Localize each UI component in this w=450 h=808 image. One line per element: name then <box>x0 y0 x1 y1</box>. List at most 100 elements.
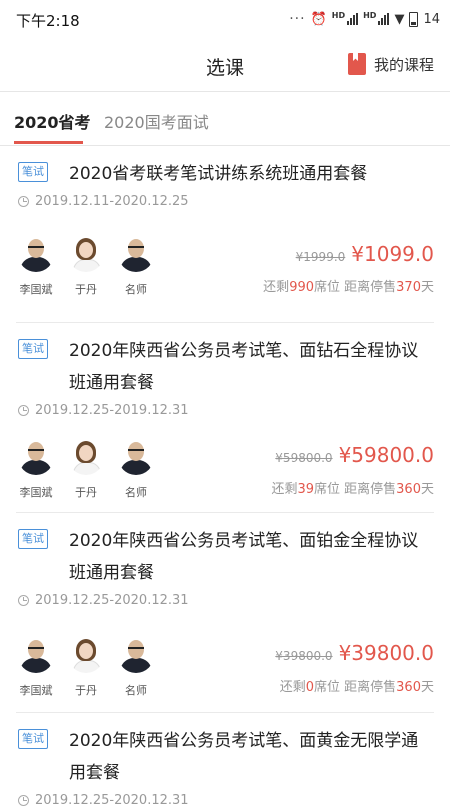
course-date: 2019.12.25-2020.12.31 <box>18 593 189 608</box>
battery-level: 14 <box>423 11 440 27</box>
seats-suffix: 席位 距离停售 <box>314 280 397 295</box>
teacher[interactable]: 李国斌 <box>16 637 56 698</box>
course-date: 2019.12.11-2020.12.25 <box>18 194 189 209</box>
teacher-name: 李国斌 <box>19 684 53 697</box>
teacher-name: 于丹 <box>75 283 97 296</box>
course-date-text: 2019.12.25-2020.12.31 <box>35 793 189 808</box>
seats-remaining: 990 <box>289 280 315 295</box>
clock-icon <box>18 595 29 606</box>
course-card[interactable]: 笔试 2020年陕西省公务员考试笔、面黄金无限学通用套餐 2019.12.25-… <box>16 713 434 808</box>
avatar <box>118 637 154 673</box>
avatar <box>68 637 104 673</box>
course-card[interactable]: 笔试 2020年陕西省公务员考试笔、面钻石全程协议班通用套餐 2019.12.2… <box>16 323 434 513</box>
teacher-name: 李国斌 <box>19 283 53 296</box>
days-suffix: 天 <box>420 482 434 497</box>
bookmark-book-icon <box>347 53 366 75</box>
tab-2020-provincial[interactable]: 2020省考 <box>14 109 91 133</box>
remain-prefix: 还剩 <box>279 680 306 695</box>
teacher-list: 李国斌 于丹 名师 <box>16 439 156 500</box>
course-date-text: 2019.12.11-2020.12.25 <box>35 194 189 209</box>
teacher[interactable]: 于丹 <box>66 439 106 500</box>
active-tab-indicator <box>14 141 83 144</box>
seats-suffix: 席位 距离停售 <box>314 482 397 497</box>
battery-icon <box>409 11 419 27</box>
avatar <box>18 439 54 475</box>
availability-text: 还剩0席位 距离停售360天 <box>280 676 434 695</box>
course-date: 2019.12.25-2020.12.31 <box>18 793 189 808</box>
course-card[interactable]: 笔试 2020年陕西省公务员考试笔、面铂金全程协议班通用套餐 2019.12.2… <box>16 513 434 713</box>
course-list: 笔试 2020省考联考笔试讲练系统班通用套餐 2019.12.11-2020.1… <box>0 146 450 808</box>
clock-icon <box>18 196 29 207</box>
notification-dots-icon: ··· <box>289 11 306 27</box>
avatar <box>68 439 104 475</box>
wifi-icon: ▼ <box>394 11 405 27</box>
teacher-name: 于丹 <box>75 684 97 697</box>
price-block: ¥59800.0 ¥59800.0 <box>275 443 434 467</box>
top-nav-bar: 选课 我的课程 <box>0 40 450 92</box>
teacher[interactable]: 名师 <box>116 637 156 698</box>
days-remaining: 360 <box>396 680 421 695</box>
remain-prefix: 还剩 <box>271 482 298 497</box>
original-price: ¥59800.0 <box>275 451 333 465</box>
days-suffix: 天 <box>420 280 434 295</box>
days-remaining: 370 <box>396 280 421 295</box>
current-price: ¥59800.0 <box>338 443 434 467</box>
course-title: 2020年陕西省公务员考试笔、面钻石全程协议班通用套餐 <box>69 341 419 393</box>
teacher-list: 李国斌 于丹 名师 <box>16 637 156 698</box>
availability-text: 还剩39席位 距离停售360天 <box>271 478 434 497</box>
course-card[interactable]: 笔试 2020省考联考笔试讲练系统班通用套餐 2019.12.11-2020.1… <box>16 146 434 323</box>
course-tag: 笔试 <box>18 339 48 359</box>
alarm-icon: ⏰ <box>310 11 327 27</box>
status-time: 下午2:18 <box>16 12 80 30</box>
tab-bar: 2020省考 2020国考面试 <box>0 92 450 146</box>
course-title: 2020省考联考笔试讲练系统班通用套餐 <box>69 164 368 184</box>
avatar <box>68 236 104 272</box>
course-tag: 笔试 <box>18 162 48 182</box>
teacher[interactable]: 名师 <box>116 439 156 500</box>
avatar <box>118 439 154 475</box>
avatar <box>118 236 154 272</box>
availability-text: 还剩990席位 距离停售370天 <box>263 276 434 295</box>
days-remaining: 360 <box>396 482 421 497</box>
days-suffix: 天 <box>420 680 434 695</box>
teacher-name: 名师 <box>125 283 147 296</box>
course-title: 2020年陕西省公务员考试笔、面铂金全程协议班通用套餐 <box>69 531 419 583</box>
course-title: 2020年陕西省公务员考试笔、面黄金无限学通用套餐 <box>69 731 419 783</box>
teacher[interactable]: 于丹 <box>66 236 106 297</box>
avatar <box>18 637 54 673</box>
current-price: ¥1099.0 <box>351 242 434 266</box>
avatar <box>18 236 54 272</box>
signal-icon <box>347 13 359 25</box>
hd-label-icon-2: HD <box>363 10 377 20</box>
teacher-name: 于丹 <box>75 486 97 499</box>
remain-prefix: 还剩 <box>263 280 290 295</box>
price-block: ¥39800.0 ¥39800.0 <box>275 641 434 665</box>
seats-remaining: 0 <box>305 680 315 695</box>
hd-label-icon: HD <box>331 10 346 20</box>
teacher-name: 李国斌 <box>19 486 53 499</box>
teacher[interactable]: 名师 <box>116 236 156 297</box>
course-date: 2019.12.25-2019.12.31 <box>18 403 189 418</box>
status-icons: ··· ⏰ HD HD ▼ 14 <box>289 9 440 29</box>
signal-icon-2 <box>378 13 390 25</box>
seats-suffix: 席位 距离停售 <box>314 680 397 695</box>
my-courses-button[interactable]: 我的课程 <box>347 53 434 75</box>
course-tag: 笔试 <box>18 529 48 549</box>
clock-icon <box>18 795 29 806</box>
my-courses-label: 我的课程 <box>373 55 434 74</box>
tab-2020-national-interview[interactable]: 2020国考面试 <box>104 109 209 133</box>
seats-remaining: 39 <box>297 482 315 497</box>
price-block: ¥1999.0 ¥1099.0 <box>296 242 434 266</box>
status-bar: 下午2:18 ··· ⏰ HD HD ▼ 14 <box>0 0 450 40</box>
teacher[interactable]: 李国斌 <box>16 439 56 500</box>
teacher-name: 名师 <box>125 684 147 697</box>
teacher-list: 李国斌 于丹 名师 <box>16 236 156 297</box>
current-price: ¥39800.0 <box>338 641 434 665</box>
clock-icon <box>18 405 29 416</box>
teacher-name: 名师 <box>125 486 147 499</box>
course-date-text: 2019.12.25-2019.12.31 <box>35 403 189 418</box>
teacher[interactable]: 李国斌 <box>16 236 56 297</box>
original-price: ¥1999.0 <box>295 250 346 264</box>
teacher[interactable]: 于丹 <box>66 637 106 698</box>
course-date-text: 2019.12.25-2020.12.31 <box>35 593 189 608</box>
